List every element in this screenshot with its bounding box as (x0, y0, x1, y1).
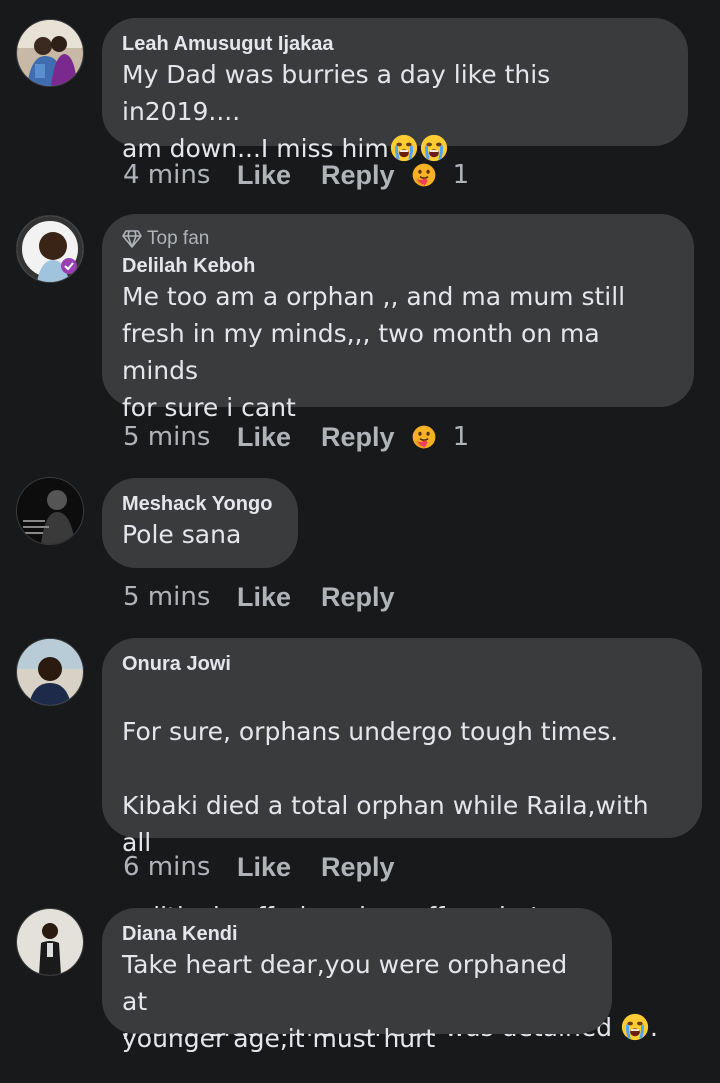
comment-text: Me too am a orphan ,, and ma mum still f… (122, 282, 626, 422)
like-button[interactable]: Like (237, 582, 291, 613)
comment-time[interactable]: 6 mins (123, 852, 237, 882)
like-button[interactable]: Like (237, 160, 291, 191)
avatar[interactable] (16, 477, 84, 545)
care-reaction-icon (411, 424, 437, 450)
comment-text: Pole sana (122, 520, 242, 549)
comment-bubble: Onura Jowi For sure, orphans undergo tou… (102, 638, 702, 1042)
top-fan-badge[interactable]: Top fan (122, 228, 674, 250)
reply-button[interactable]: Reply (321, 422, 395, 453)
comment-bubble: Leah Amusugut Ijakaa My Dad was burries … (102, 18, 688, 163)
reaction-count: 1 (452, 160, 470, 190)
badge-label: Top fan (147, 228, 210, 249)
reply-button[interactable]: Reply (321, 160, 395, 191)
comment-text: My Dad was burries a day like this in201… (122, 56, 668, 167)
comment-author[interactable]: Leah Amusugut Ijakaa (122, 32, 668, 56)
comment-text-end: . (650, 1013, 658, 1042)
comment-author[interactable]: Meshack Yongo (122, 492, 278, 516)
comment-bubble: Diana Kendi Take heart dear,you were orp… (102, 908, 612, 1053)
comment-time[interactable]: 5 mins (123, 582, 237, 612)
like-button[interactable]: Like (237, 852, 291, 883)
comment-author[interactable]: Delilah Keboh (122, 254, 674, 278)
reply-button[interactable]: Reply (321, 852, 395, 883)
avatar[interactable] (16, 638, 84, 706)
care-reaction-icon (411, 162, 437, 188)
reaction-count: 1 (452, 422, 470, 452)
crying-face-emoji-icon (621, 1013, 649, 1041)
comment-bubble: Meshack Yongo Pole sana (102, 478, 298, 568)
reaction-summary[interactable]: 1 (411, 160, 470, 190)
comment-actions: 5 mins Like Reply 1 (123, 417, 469, 457)
reaction-summary[interactable]: 1 (411, 422, 470, 452)
comment-bubble: Top fan Delilah Keboh Me too am a orphan… (102, 214, 694, 422)
diamond-icon (122, 230, 142, 248)
comment-author[interactable]: Onura Jowi (122, 652, 682, 676)
comment-text-line: For sure, orphans undergo tough times. (122, 717, 619, 746)
comment-time[interactable]: 4 mins (123, 160, 237, 190)
like-button[interactable]: Like (237, 422, 291, 453)
comment-actions: 6 mins Like Reply (123, 847, 411, 887)
comment-text-body: My Dad was burries a day like this in201… (122, 60, 551, 163)
avatar[interactable] (16, 19, 84, 87)
avatar[interactable] (16, 215, 84, 283)
reply-button[interactable]: Reply (321, 582, 395, 613)
avatar[interactable] (16, 908, 84, 976)
comment-actions: 5 mins Like Reply (123, 577, 411, 617)
comment-text: Take heart dear,you were orphaned at you… (122, 950, 568, 1053)
comment-author[interactable]: Diana Kendi (122, 922, 592, 946)
comment-actions: 4 mins Like Reply 1 (123, 155, 469, 195)
comment-time[interactable]: 5 mins (123, 422, 237, 452)
